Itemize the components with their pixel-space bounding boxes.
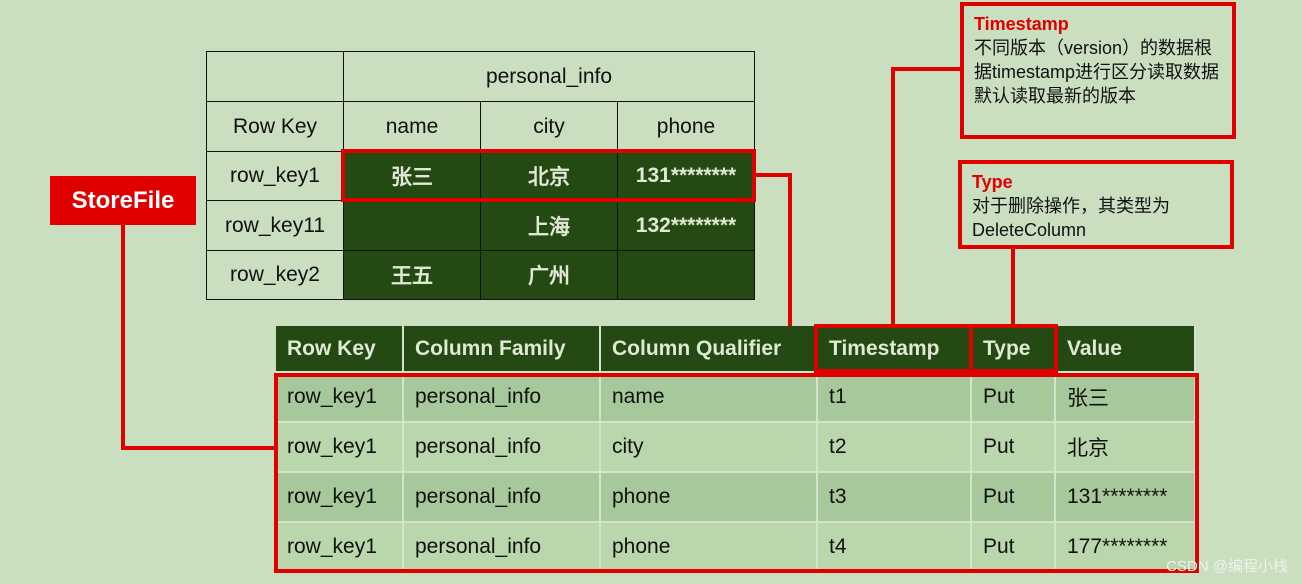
table-cell: 广州 [480, 250, 618, 300]
type-header-highlight [969, 324, 1058, 373]
column-header: name [343, 101, 481, 152]
watermark: CSDN @编程小栈 [1166, 558, 1288, 575]
column-header: phone [617, 101, 755, 152]
table-cell [617, 250, 755, 300]
timestamp-callout: Timestamp 不同版本（version）的数据根据timestamp进行区… [960, 2, 1236, 139]
table-cell: 王五 [343, 250, 481, 300]
callout-text: 不同版本（version）的数据根据timestamp进行区分读取数据默认读取最… [974, 38, 1220, 106]
storefile-label: StoreFile [50, 176, 196, 225]
corner-cell [206, 51, 344, 102]
timestamp-header-highlight [814, 324, 973, 373]
table-cell: 上海 [480, 200, 618, 251]
storefile-rows-highlight [274, 373, 1199, 573]
column-header: Row Key [206, 101, 344, 152]
callout-title: Type [972, 172, 1013, 192]
callout-text: 对于删除操作，其类型为DeleteColumn [972, 196, 1170, 240]
table-cell: 132******** [617, 200, 755, 251]
row-key1-highlight [341, 149, 756, 202]
type-callout: Type 对于删除操作，其类型为DeleteColumn [958, 160, 1234, 249]
column-header: city [480, 101, 618, 152]
table-cell [343, 200, 481, 251]
row-key-cell: row_key1 [206, 151, 344, 201]
column-header: Column Family [404, 326, 601, 373]
callout-title: Timestamp [974, 14, 1069, 34]
column-header: Value [1056, 326, 1196, 373]
column-header: Column Qualifier [601, 326, 818, 373]
row-key-cell: row_key11 [206, 200, 344, 251]
row-key-cell: row_key2 [206, 250, 344, 300]
column-family-header: personal_info [343, 51, 755, 102]
column-header: Row Key [276, 326, 404, 373]
